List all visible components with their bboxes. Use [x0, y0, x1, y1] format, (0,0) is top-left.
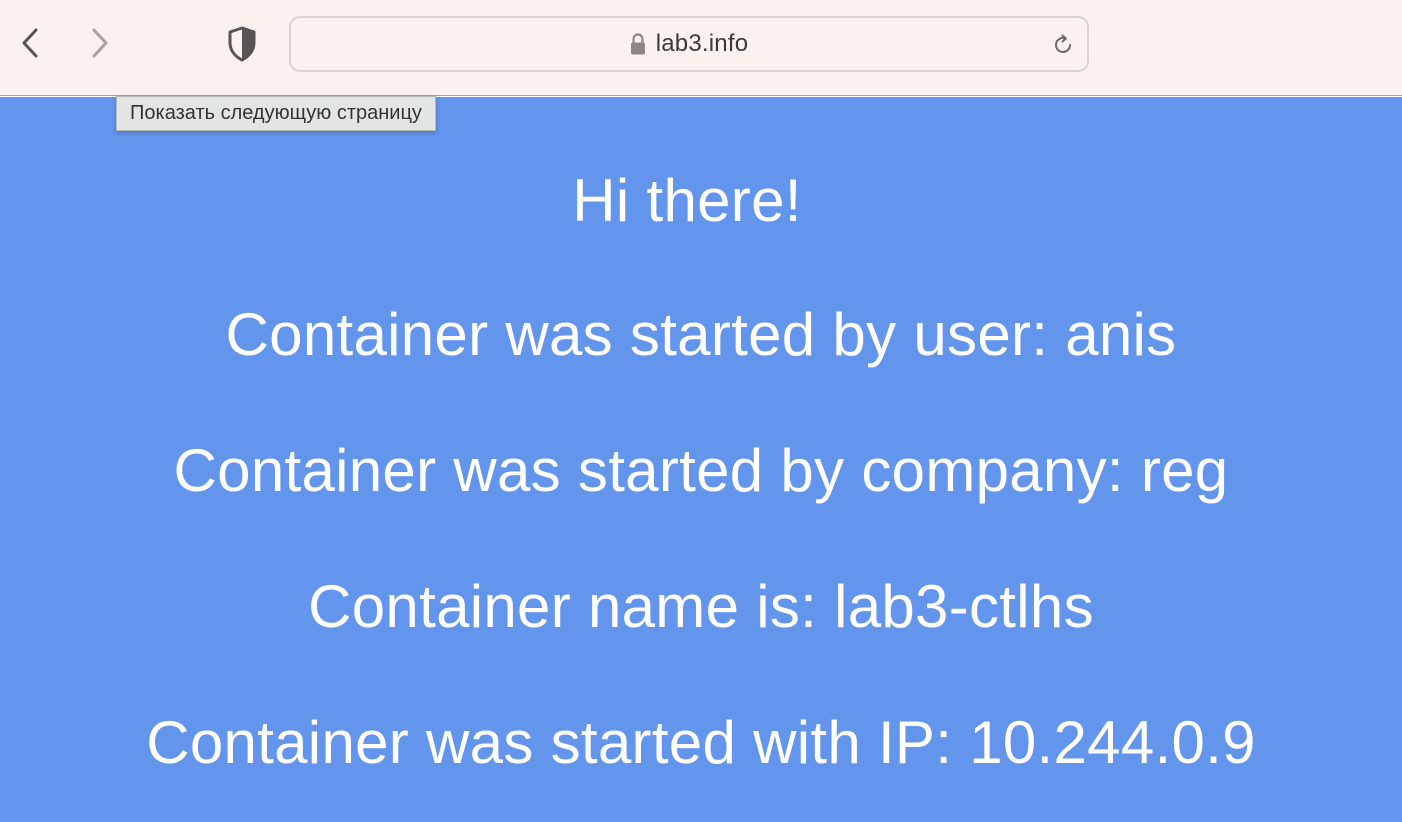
reload-button[interactable] [1049, 31, 1077, 59]
address-content: lab3.info [291, 18, 1087, 70]
forward-tooltip: Показать следующую страницу [116, 96, 436, 131]
lock-icon [630, 33, 645, 55]
browser-window: lab3.info Показать следующую страницу Hi… [0, 0, 1402, 822]
reload-icon [1055, 34, 1071, 53]
info-line-company: Container was started by company: reg [173, 437, 1229, 504]
info-line-ip: Container was started with IP: 10.244.0.… [146, 709, 1256, 776]
url-text: lab3.info [655, 30, 749, 57]
address-bar[interactable]: lab3.info [289, 16, 1089, 72]
forward-button[interactable] [82, 24, 118, 62]
privacy-report-button[interactable] [222, 24, 262, 64]
browser-toolbar: lab3.info [0, 0, 1402, 96]
greeting-text: Hi there! [572, 167, 802, 234]
chevron-right-icon [92, 28, 108, 58]
back-button[interactable] [12, 24, 48, 62]
info-line-container-name: Container name is: lab3-ctlhs [308, 573, 1094, 640]
info-line-user: Container was started by user: anis [225, 301, 1177, 368]
chevron-left-icon [22, 28, 38, 58]
page-content: Hi there! Container was started by user:… [0, 97, 1402, 822]
shield-icon [228, 26, 256, 62]
